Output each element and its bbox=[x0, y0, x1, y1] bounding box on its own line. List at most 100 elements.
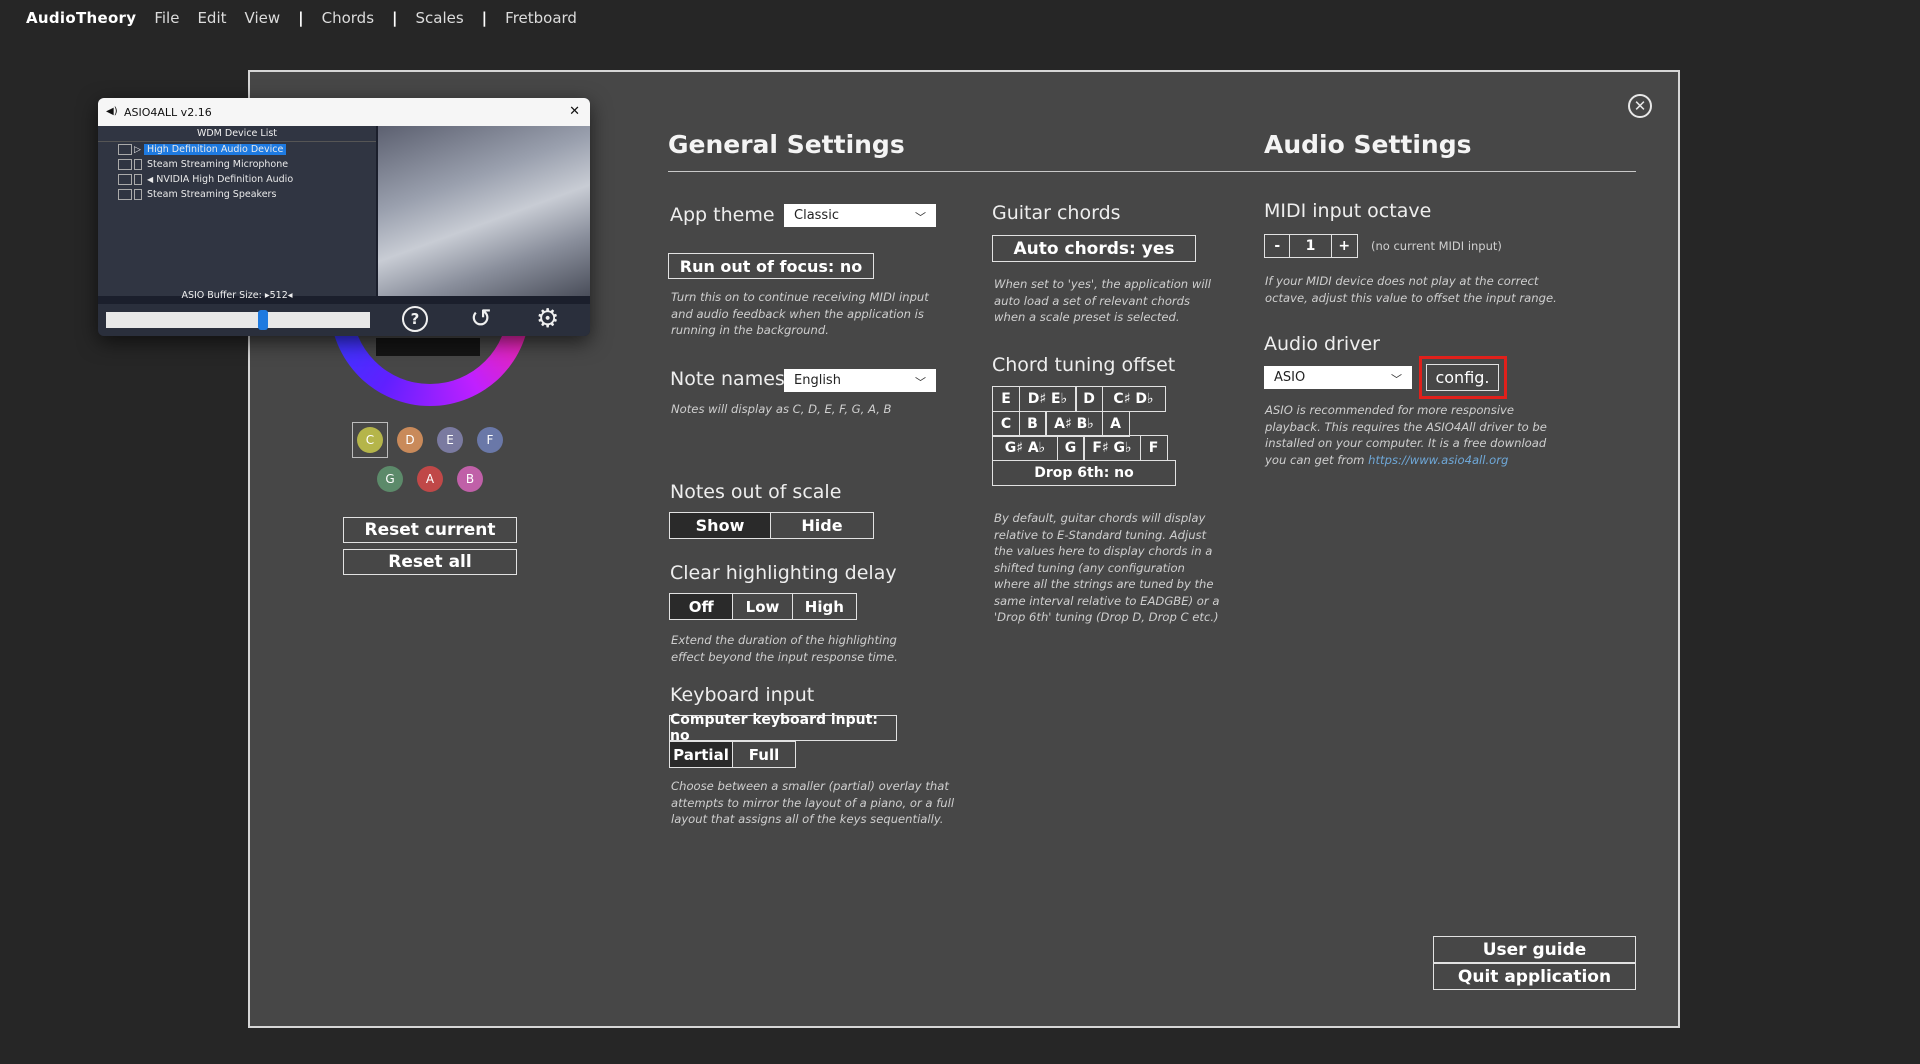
device-item[interactable]: Steam Streaming Speakers bbox=[118, 189, 276, 200]
notes-out-hide-option[interactable]: Hide bbox=[771, 513, 873, 538]
device-item[interactable]: ◀ NVIDIA High Definition Audio bbox=[118, 174, 293, 185]
audio-driver-description: ASIO is recommended for more responsive … bbox=[1265, 402, 1565, 468]
menu-fretboard[interactable]: Fretboard bbox=[505, 9, 577, 27]
close-icon[interactable]: ✕ bbox=[569, 104, 580, 119]
menu-separator: | bbox=[481, 9, 488, 27]
menu-bar: AudioTheory File Edit View | Chords | Sc… bbox=[26, 6, 595, 30]
general-settings-heading: General Settings bbox=[668, 130, 905, 159]
device-list-header: WDM Device List bbox=[98, 128, 376, 142]
note-a[interactable]: A bbox=[417, 466, 443, 492]
asio-title: ASIO4ALL v2.16 bbox=[124, 106, 212, 119]
audio-driver-select[interactable]: ASIO ﹀ bbox=[1264, 366, 1412, 389]
device-list-panel: WDM Device List ▷ High Definition Audio … bbox=[98, 126, 376, 296]
auto-chords-button[interactable]: Auto chords: yes bbox=[992, 235, 1196, 262]
keyboard-layout-toggle: Partial Full bbox=[669, 741, 796, 768]
device-icon bbox=[134, 174, 142, 185]
reset-all-button[interactable]: Reset all bbox=[343, 549, 517, 575]
asio4all-link[interactable]: https://www.asio4all.org bbox=[1368, 453, 1508, 467]
help-icon[interactable]: ? bbox=[402, 306, 428, 332]
device-icon bbox=[118, 144, 132, 155]
note-names-select[interactable]: English ﹀ bbox=[784, 369, 936, 392]
menu-edit[interactable]: Edit bbox=[197, 9, 226, 27]
device-item[interactable]: ▷ High Definition Audio Device bbox=[118, 144, 287, 155]
tuning-cell[interactable]: A♯ B♭ bbox=[1045, 410, 1103, 437]
gear-icon[interactable]: ⚙ bbox=[536, 304, 559, 334]
device-icon bbox=[118, 159, 132, 170]
tuning-cell[interactable]: F♯ G♭ bbox=[1083, 435, 1141, 461]
midi-input-octave-label: MIDI input octave bbox=[1264, 200, 1432, 222]
device-item[interactable]: Steam Streaming Microphone bbox=[118, 159, 288, 170]
keyboard-description: Choose between a smaller (partial) overl… bbox=[671, 779, 955, 826]
chord-tuning-description: By default, guitar chords will display r… bbox=[994, 511, 1220, 624]
reset-icon[interactable]: ↺ bbox=[470, 304, 492, 334]
note-c[interactable]: C bbox=[357, 427, 383, 453]
chord-tuning-grid: E D♯ E♭ D C♯ D♭ C B A♯ B♭ A G♯ A♭ G F♯ G… bbox=[992, 386, 1178, 486]
app-theme-label: App theme bbox=[670, 204, 775, 226]
tuning-cell[interactable]: E bbox=[992, 386, 1020, 412]
delay-off-option[interactable]: Off bbox=[670, 594, 734, 619]
tuning-cell[interactable]: G♯ A♭ bbox=[992, 435, 1058, 461]
buffer-slider-thumb[interactable] bbox=[258, 310, 269, 330]
device-label: NVIDIA High Definition Audio bbox=[156, 174, 294, 185]
app-theme-select[interactable]: Classic ﹀ bbox=[784, 204, 936, 227]
octave-decrease-button[interactable]: - bbox=[1265, 235, 1291, 257]
buffer-size-slider[interactable] bbox=[106, 310, 370, 330]
run-out-of-focus-button[interactable]: Run out of focus: no bbox=[668, 253, 874, 279]
audio-driver-label: Audio driver bbox=[1264, 333, 1380, 355]
octave-increase-button[interactable]: + bbox=[1332, 235, 1357, 257]
menu-scales[interactable]: Scales bbox=[416, 9, 464, 27]
speaker-icon: ◀) bbox=[106, 106, 118, 117]
user-guide-button[interactable]: User guide bbox=[1433, 936, 1636, 963]
notes-out-of-scale-label: Notes out of scale bbox=[670, 481, 842, 503]
delay-low-option[interactable]: Low bbox=[733, 594, 793, 619]
asio4all-window: ◀) ASIO4ALL v2.16 ✕ WDM Device List ▷ Hi… bbox=[98, 98, 590, 336]
tuning-cell[interactable]: C bbox=[992, 410, 1020, 437]
clear-highlighting-delay-label: Clear highlighting delay bbox=[670, 562, 897, 584]
menu-chords[interactable]: Chords bbox=[322, 9, 374, 27]
note-b[interactable]: B bbox=[457, 466, 483, 492]
asio-keyboard-image bbox=[378, 126, 590, 296]
note-names-value: English bbox=[794, 373, 841, 388]
note-e[interactable]: E bbox=[437, 427, 463, 453]
tuning-cell[interactable]: D♯ E♭ bbox=[1018, 386, 1077, 412]
play-icon: ▷ bbox=[134, 145, 141, 155]
keyboard-full-option[interactable]: Full bbox=[733, 742, 795, 767]
note-d[interactable]: D bbox=[397, 427, 423, 453]
app-brand: AudioTheory bbox=[26, 9, 137, 27]
device-icon bbox=[118, 174, 132, 185]
midi-octave-description: If your MIDI device does not play at the… bbox=[1265, 274, 1557, 305]
notes-out-show-option[interactable]: Show bbox=[670, 513, 772, 538]
audio-settings-heading: Audio Settings bbox=[1264, 130, 1472, 159]
keyboard-partial-option[interactable]: Partial bbox=[670, 742, 733, 767]
tuning-cell[interactable]: F bbox=[1139, 435, 1168, 461]
focus-description: Turn this on to continue receiving MIDI … bbox=[671, 290, 929, 337]
clear-delay-description: Extend the duration of the highlighting … bbox=[671, 633, 898, 664]
driver-config-button[interactable]: config. bbox=[1426, 364, 1499, 391]
close-icon[interactable]: ✕ bbox=[1628, 94, 1652, 118]
menu-view[interactable]: View bbox=[245, 9, 281, 27]
note-names-label: Note names bbox=[670, 368, 785, 390]
heading-divider bbox=[668, 171, 1636, 172]
chevron-down-icon: ﹀ bbox=[1391, 373, 1402, 386]
computer-keyboard-input-button[interactable]: Computer keyboard input: no bbox=[669, 712, 897, 744]
menu-separator: | bbox=[392, 9, 398, 27]
device-icon bbox=[118, 189, 132, 200]
menu-file[interactable]: File bbox=[154, 9, 179, 27]
buffer-size-label: ASIO Buffer Size: ▸512◂ bbox=[181, 290, 293, 301]
tuning-cell[interactable]: B bbox=[1018, 410, 1047, 437]
note-f[interactable]: F bbox=[477, 427, 503, 453]
guitar-chords-label: Guitar chords bbox=[992, 202, 1121, 224]
keyboard-input-label: Keyboard input bbox=[670, 684, 815, 706]
tuning-cell[interactable]: D bbox=[1075, 386, 1103, 412]
tuning-cell[interactable]: G bbox=[1056, 435, 1085, 461]
tuning-cell[interactable]: A bbox=[1101, 410, 1130, 437]
reset-current-button[interactable]: Reset current bbox=[343, 517, 517, 543]
midi-octave-stepper: - 1 + bbox=[1264, 234, 1358, 258]
octave-value: 1 bbox=[1290, 235, 1332, 257]
tuning-cell[interactable]: C♯ D♭ bbox=[1101, 386, 1166, 412]
drop-6th-button[interactable]: Drop 6th: no bbox=[992, 459, 1176, 486]
quit-application-button[interactable]: Quit application bbox=[1433, 963, 1636, 990]
midi-status-text: (no current MIDI input) bbox=[1371, 239, 1502, 253]
note-g[interactable]: G bbox=[377, 466, 403, 492]
delay-high-option[interactable]: High bbox=[793, 594, 856, 619]
